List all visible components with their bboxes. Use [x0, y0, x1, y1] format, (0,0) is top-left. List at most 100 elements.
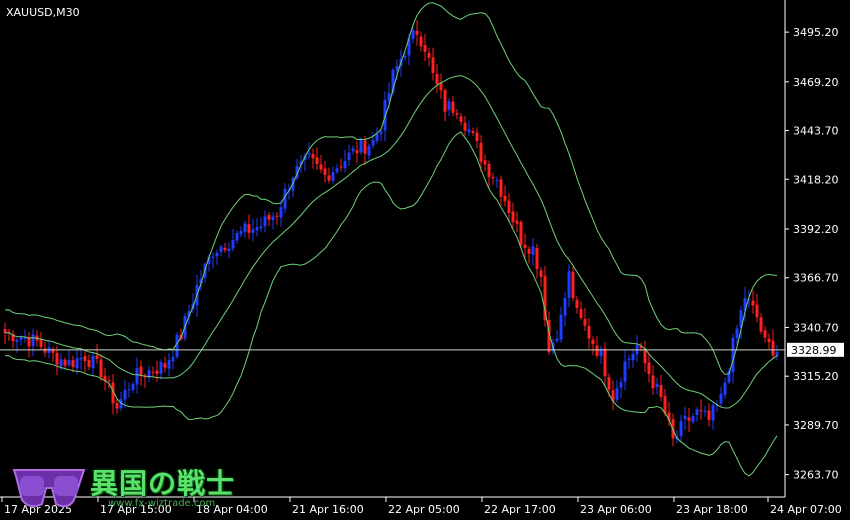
candle-body	[687, 417, 691, 421]
candle-body	[679, 420, 683, 436]
candle-body	[435, 73, 439, 84]
candle-body	[471, 130, 475, 133]
candle-body	[527, 248, 531, 254]
watermark-title: 異国の戦士	[90, 467, 236, 500]
candle-body	[451, 101, 455, 113]
candle-body	[91, 355, 95, 369]
watermark-logo: 異国の戦士 www.fx-wiztrade.com	[10, 464, 240, 512]
candle-body	[375, 133, 379, 141]
candle-body	[79, 357, 83, 360]
candle-body	[771, 340, 775, 356]
price-tick-label: 3289.70	[793, 419, 839, 432]
candle-body	[347, 152, 351, 161]
candle-body	[735, 328, 739, 339]
price-tick-label: 3340.70	[793, 321, 839, 334]
candle-body	[367, 145, 371, 156]
candle-body	[699, 410, 703, 412]
candle-body	[167, 360, 171, 369]
candle-body	[767, 338, 771, 343]
candle-body	[371, 139, 375, 146]
candle-body	[587, 326, 591, 339]
candle-body	[43, 348, 47, 353]
candle-body	[539, 270, 543, 277]
candle-body	[227, 248, 231, 252]
candle-body	[211, 256, 215, 258]
candle-body	[267, 214, 271, 220]
candle-body	[559, 314, 563, 340]
time-tick-label: 21 Apr 16:00	[292, 503, 364, 516]
candle-body	[135, 368, 139, 385]
candle-body	[251, 229, 255, 233]
candle-body	[319, 164, 323, 170]
candle-body	[139, 366, 143, 376]
candle-body	[491, 177, 495, 179]
candle-body	[755, 304, 759, 318]
sunglasses-icon	[12, 469, 86, 508]
candle-body	[115, 403, 119, 409]
candle-body	[763, 330, 767, 338]
candle-body	[55, 353, 59, 365]
candle-body	[275, 215, 279, 217]
price-tick-label: 3366.70	[793, 272, 839, 285]
candle-body	[519, 221, 523, 246]
candle-body	[563, 298, 567, 316]
candle-body	[775, 352, 779, 356]
candle-body	[615, 388, 619, 400]
time-tick-label: 22 Apr 17:00	[484, 503, 556, 516]
candle-body	[751, 300, 755, 306]
candle-body	[427, 52, 431, 58]
candle-body	[511, 211, 515, 223]
candle-body	[327, 175, 331, 181]
price-tick-label: 3495.20	[793, 26, 839, 39]
candle-body	[495, 179, 499, 181]
candle-body	[351, 148, 355, 152]
candle-body	[19, 337, 23, 340]
candle-body	[443, 90, 447, 112]
candle-body	[487, 163, 491, 178]
candle-body	[279, 207, 283, 218]
candle-body	[379, 131, 383, 134]
candle-body	[531, 246, 535, 255]
candle-body	[71, 360, 75, 368]
candle-body	[603, 348, 607, 377]
candle-body	[651, 375, 655, 389]
candle-body	[231, 239, 235, 249]
candle-body	[307, 153, 311, 155]
candle-body	[339, 166, 343, 168]
candle-body	[507, 200, 511, 213]
candle-body	[315, 157, 319, 164]
candle-body	[711, 405, 715, 421]
candle-body	[163, 363, 167, 368]
candle-body	[75, 358, 79, 369]
candle-body	[719, 393, 723, 404]
candle-body	[359, 139, 363, 153]
candle-body	[567, 271, 571, 298]
candle-body	[503, 195, 507, 202]
candle-body	[455, 113, 459, 116]
candle-body	[583, 319, 587, 326]
candle-body	[759, 317, 763, 332]
candle-body	[523, 244, 527, 248]
candle-body	[31, 334, 35, 347]
candle-body	[535, 247, 539, 269]
candle-body	[87, 359, 91, 368]
candle-body	[243, 223, 247, 232]
candle-body	[355, 150, 359, 154]
price-chart[interactable]: 3495.20 3469.20 3443.70 3418.20 3392.20 3366.…	[0, 0, 850, 520]
candle-body	[619, 382, 623, 388]
candle-body	[63, 359, 67, 366]
time-tick-label: 23 Apr 06:00	[580, 503, 652, 516]
candle-body	[343, 160, 347, 169]
candle-body	[239, 231, 243, 235]
time-tick-label: 23 Apr 18:00	[676, 503, 748, 516]
candle-body	[415, 30, 419, 35]
chart-background	[0, 0, 850, 520]
candle-body	[475, 132, 479, 142]
candle-body	[323, 168, 327, 175]
candle-body	[151, 371, 155, 373]
candle-body	[311, 153, 315, 159]
price-tick-label: 3418.20	[793, 173, 839, 186]
time-tick-label: 24 Apr 07:00	[770, 503, 842, 516]
candle-body	[431, 57, 435, 74]
candle-body	[703, 410, 707, 413]
